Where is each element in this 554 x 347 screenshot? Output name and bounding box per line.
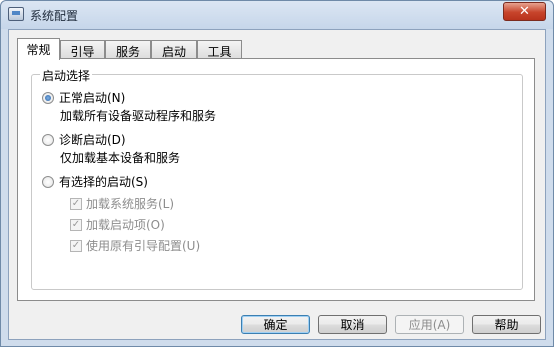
tab-boot[interactable]: 引导 — [60, 40, 105, 59]
group-label: 启动选择 — [40, 67, 93, 84]
checkbox-load-startup-items[interactable]: ✓ 加载启动项(O) — [70, 216, 165, 233]
close-icon: ✕ — [519, 4, 530, 19]
radio-label[interactable]: 有选择的启动(S) — [59, 173, 148, 190]
checkbox-label[interactable]: 加载启动项(O) — [86, 216, 165, 233]
tab-general[interactable]: 常规 — [17, 38, 60, 60]
tab-tools[interactable]: 工具 — [197, 40, 242, 59]
radio-button-selected[interactable] — [42, 91, 54, 104]
tab-startup[interactable]: 启动 — [151, 40, 197, 59]
dialog-client-area: 常规 引导 服务 启动 工具 启动选择 正常启动(N) 加载所有设备驱动程序和服… — [8, 29, 546, 340]
radio-diagnostic-startup[interactable]: 诊断启动(D) — [42, 131, 126, 148]
general-tab-panel: 启动选择 正常启动(N) 加载所有设备驱动程序和服务 诊断启动(D) 仅加载基本… — [17, 58, 535, 301]
apply-button[interactable]: 应用(A) — [395, 315, 464, 334]
checkbox-use-original-boot-config[interactable]: ✓ 使用原有引导配置(U) — [70, 237, 200, 254]
radio-label[interactable]: 诊断启动(D) — [59, 131, 126, 148]
radio-normal-startup[interactable]: 正常启动(N) — [42, 89, 125, 106]
radio-button[interactable] — [42, 133, 54, 146]
checkbox-label[interactable]: 使用原有引导配置(U) — [86, 237, 200, 254]
close-button[interactable]: ✕ — [503, 2, 546, 21]
checkbox-label[interactable]: 加载系统服务(L) — [86, 195, 174, 212]
checkmark-icon[interactable]: ✓ — [70, 197, 82, 210]
cancel-button[interactable]: 取消 — [318, 315, 387, 334]
radio-selective-startup[interactable]: 有选择的启动(S) — [42, 173, 148, 190]
radio-label[interactable]: 正常启动(N) — [59, 89, 125, 106]
option-description: 加载所有设备驱动程序和服务 — [60, 109, 217, 123]
help-button[interactable]: 帮助 — [472, 315, 541, 334]
startup-selection-group: 启动选择 正常启动(N) 加载所有设备驱动程序和服务 诊断启动(D) 仅加载基本… — [31, 67, 523, 290]
tab-services[interactable]: 服务 — [105, 40, 151, 59]
system-config-window: 系统配置 ✕ 常规 引导 服务 启动 工具 启动选择 正常启动(N) 加载所有设… — [0, 0, 554, 347]
radio-button[interactable] — [42, 175, 54, 188]
option-description: 仅加载基本设备和服务 — [60, 151, 181, 165]
checkmark-icon[interactable]: ✓ — [70, 218, 82, 231]
checkmark-icon[interactable]: ✓ — [70, 239, 82, 252]
system-config-app-icon — [8, 7, 24, 21]
ok-button[interactable]: 确定 — [241, 315, 310, 334]
title-bar[interactable]: 系统配置 ✕ — [1, 1, 553, 29]
window-title: 系统配置 — [30, 9, 79, 23]
checkbox-load-system-services[interactable]: ✓ 加载系统服务(L) — [70, 195, 174, 212]
